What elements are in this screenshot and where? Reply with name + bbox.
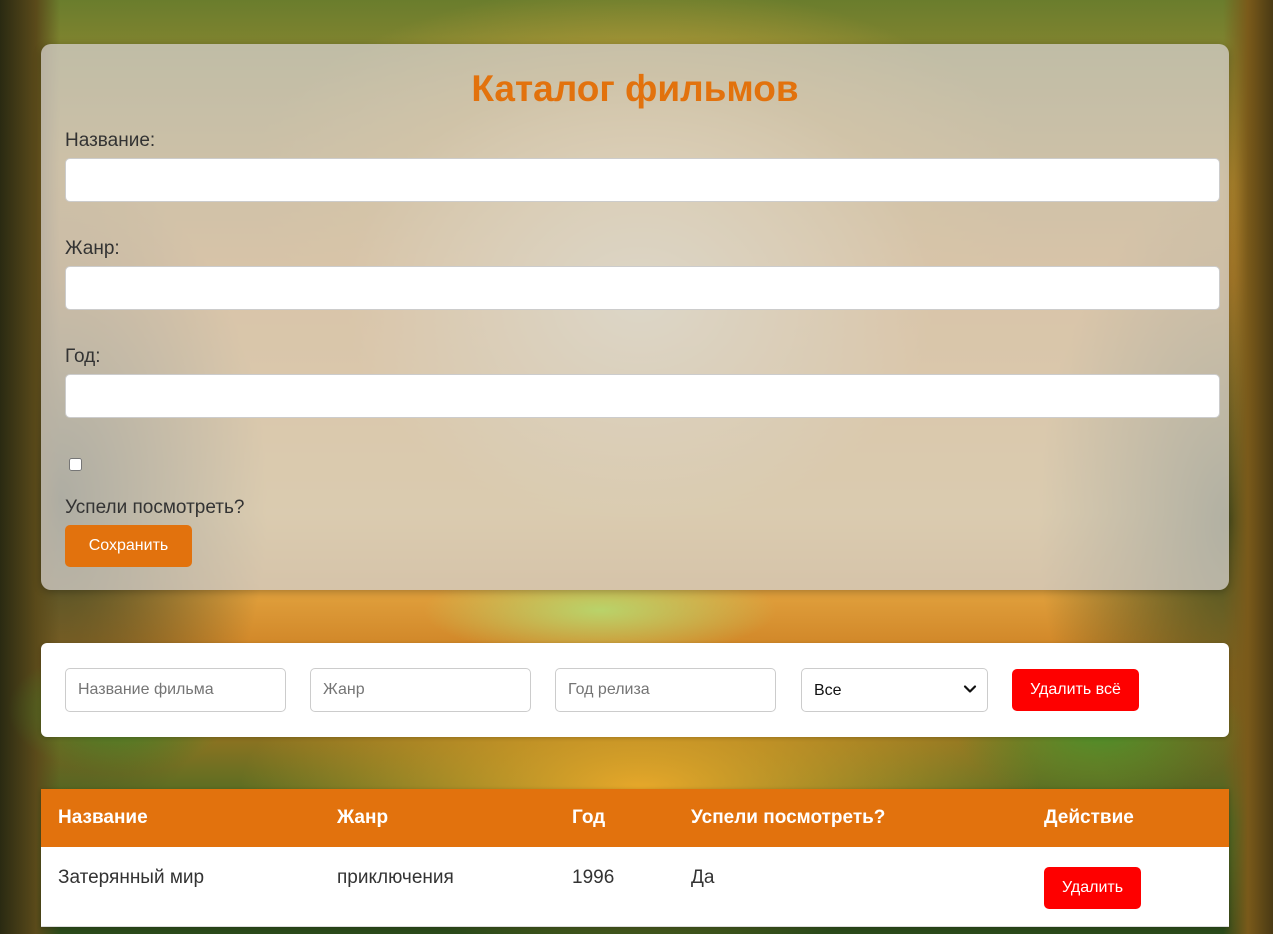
filter-genre-input[interactable] (310, 668, 531, 712)
cell-title: Затерянный мир (41, 847, 320, 927)
filter-bar: Все Удалить всё (41, 643, 1229, 737)
year-label: Год: (65, 346, 101, 367)
save-button[interactable]: Сохранить (65, 525, 192, 567)
filter-title-input[interactable] (65, 668, 286, 712)
genre-field[interactable] (65, 266, 1220, 310)
delete-all-button[interactable]: Удалить всё (1012, 669, 1139, 711)
filter-year-input[interactable] (555, 668, 776, 712)
cell-action: Удалить (1027, 847, 1229, 927)
page-title: Каталог фильмов (471, 68, 799, 109)
column-header-watched: Успели посмотреть? (674, 789, 1027, 847)
filter-watched-select[interactable]: Все (801, 668, 988, 712)
column-header-title: Название (41, 789, 320, 847)
watched-label: Успели посмотреть? (65, 497, 245, 518)
year-field[interactable] (65, 374, 1220, 418)
watched-checkbox[interactable] (69, 458, 82, 471)
background-tree-right (1223, 0, 1273, 934)
cell-watched: Да (674, 847, 1027, 927)
column-header-action: Действие (1027, 789, 1229, 847)
movie-form: Каталог фильмов Название: Жанр: Год: Усп… (41, 44, 1229, 590)
table-header-row: Название Жанр Год Успели посмотреть? Дей… (41, 789, 1229, 847)
title-label: Название: (65, 130, 156, 151)
title-field[interactable] (65, 158, 1220, 202)
table-row: Затерянный мир приключения 1996 Да Удали… (41, 847, 1229, 927)
column-header-genre: Жанр (320, 789, 555, 847)
row-delete-button[interactable]: Удалить (1044, 866, 1141, 909)
cell-year: 1996 (555, 847, 674, 927)
movies-table: Название Жанр Год Успели посмотреть? Дей… (41, 789, 1229, 927)
cell-genre: приключения (320, 847, 555, 927)
genre-label: Жанр: (65, 238, 120, 259)
column-header-year: Год (555, 789, 674, 847)
